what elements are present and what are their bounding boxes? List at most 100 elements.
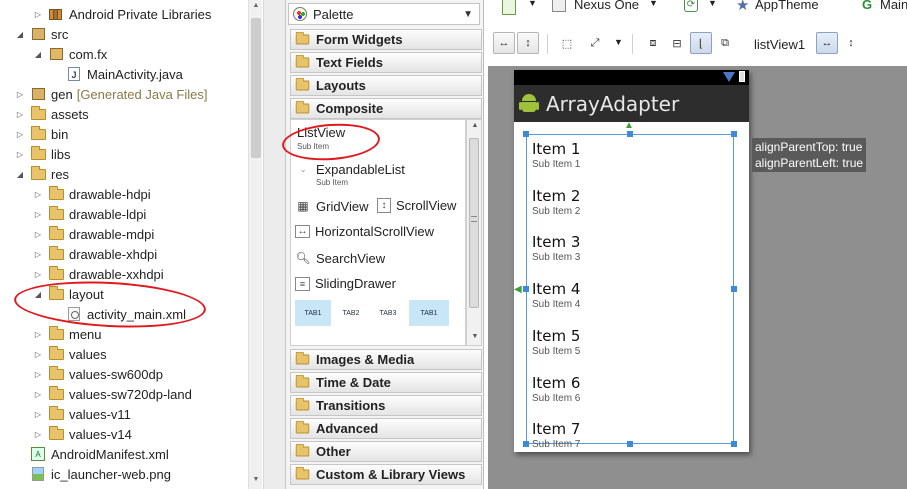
widget-tab-3[interactable]: TAB3	[370, 300, 406, 326]
tree-item[interactable]: ◢ res	[14, 164, 69, 184]
palette-category-layouts[interactable]: Layouts	[290, 75, 482, 96]
resize-handle[interactable]	[523, 286, 529, 292]
widget-horizontal-scroll[interactable]: ↔ HorizontalScrollView	[295, 224, 434, 239]
activity-selector[interactable]: Main	[880, 0, 907, 12]
tree-item[interactable]: ▷ values-v14	[32, 424, 132, 444]
widget-sliding-drawer[interactable]: ≡ SlidingDrawer	[295, 276, 396, 291]
palette-category-images-media[interactable]: Images & Media	[290, 349, 482, 370]
palette-category-custom-library[interactable]: Custom & Library Views	[290, 464, 482, 485]
collapsed-arrow-icon[interactable]: ▷	[32, 428, 44, 440]
collapsed-arrow-icon[interactable]: ▷	[32, 348, 44, 360]
list-item[interactable]: Item 3 Sub Item 3	[532, 233, 580, 263]
tree-item[interactable]: ▷ gen [Generated Java Files]	[14, 84, 208, 104]
tree-item[interactable]: ▷ Android Private Libraries	[32, 4, 211, 24]
zoom-fit-icon[interactable]: ⤢	[584, 32, 606, 54]
list-item[interactable]: Item 6 Sub Item 6	[532, 374, 580, 404]
match-width-icon[interactable]: ↔	[493, 32, 515, 54]
palette-category-form-widgets[interactable]: Form Widgets	[290, 29, 482, 50]
resize-handle[interactable]	[627, 131, 633, 137]
widget-tab-1[interactable]: TAB1	[295, 300, 331, 326]
resize-handle[interactable]	[731, 131, 737, 137]
expanded-arrow-icon[interactable]: ◢	[32, 48, 44, 60]
tree-item[interactable]: ▷ assets	[14, 104, 89, 124]
height-wrap-icon[interactable]: ↕	[840, 32, 862, 54]
palette-category-text-fields[interactable]: Text Fields	[290, 52, 482, 73]
listview-selection[interactable]: Item 1 Sub Item 1 Item 2 Sub Item 2 Item 3 Su…	[526, 134, 734, 450]
collapsed-arrow-icon[interactable]: ▷	[14, 148, 26, 160]
chevron-down-icon[interactable]: ▼	[614, 37, 623, 47]
list-item[interactable]: Item 4 Sub Item 4	[532, 280, 580, 310]
scroll-up-arrow-icon[interactable]: ▲	[251, 2, 261, 12]
resize-handle[interactable]	[731, 441, 737, 447]
composite-scrollbar[interactable]: ▲ ▼	[466, 119, 482, 346]
device-config-icon[interactable]	[502, 0, 516, 15]
collapsed-arrow-icon[interactable]: ▷	[32, 328, 44, 340]
align-left-icon[interactable]: ⧈	[642, 32, 664, 54]
widget-searchview[interactable]: 🔍︎ SearchView	[295, 250, 385, 266]
resize-handle[interactable]	[523, 131, 529, 137]
expanded-arrow-icon[interactable]: ◢	[14, 28, 26, 40]
tree-item[interactable]: ▷ values-sw720dp-land	[32, 384, 192, 404]
chevron-down-icon[interactable]: ▼	[708, 0, 717, 8]
list-item[interactable]: Item 2 Sub Item 2	[532, 187, 580, 217]
chevron-down-icon[interactable]: ▼	[463, 9, 473, 20]
widget-tab-4[interactable]: TAB1	[409, 300, 449, 326]
palette-category-composite[interactable]: Composite	[290, 98, 482, 119]
chevron-down-icon[interactable]: ▼	[649, 0, 658, 8]
list-item[interactable]: Item 1 Sub Item 1	[532, 140, 580, 170]
widget-gridview[interactable]: ▦ GridView	[295, 198, 368, 214]
tree-item[interactable]: ▷ libs	[14, 144, 71, 164]
collapsed-arrow-icon[interactable]: ▷	[32, 388, 44, 400]
chevron-down-icon[interactable]: ▼	[528, 0, 537, 8]
palette-header[interactable]: Palette ▼	[288, 3, 480, 25]
scroll-down-arrow-icon[interactable]: ▼	[470, 333, 480, 343]
align-center-icon[interactable]: ⊟	[666, 32, 688, 54]
tree-item[interactable]: ▷ values	[32, 344, 107, 364]
align-bottom-right-icon[interactable]: ⧉	[714, 32, 736, 54]
collapsed-arrow-icon[interactable]: ▷	[32, 248, 44, 260]
tree-item[interactable]: ▷ drawable-ldpi	[32, 204, 146, 224]
explorer-scrollbar[interactable]: ▲ ▼	[248, 0, 262, 489]
resize-handle[interactable]	[523, 441, 529, 447]
widget-tab-2[interactable]: TAB2	[333, 300, 369, 326]
tree-item[interactable]: ◢ com.fx	[32, 44, 107, 64]
collapsed-arrow-icon[interactable]: ▷	[32, 368, 44, 380]
sash[interactable]	[264, 0, 286, 489]
match-height-icon[interactable]: ↕	[517, 32, 539, 54]
grid-toggle-icon[interactable]: ⬚	[556, 32, 578, 54]
tree-item[interactable]: J MainActivity.java	[50, 64, 183, 84]
collapsed-arrow-icon[interactable]: ▷	[14, 108, 26, 120]
widget-expandable-list[interactable]: ⌄ ExpandableList	[295, 161, 405, 177]
collapsed-arrow-icon[interactable]: ▷	[14, 88, 26, 100]
scroll-down-arrow-icon[interactable]: ▼	[251, 476, 261, 486]
explorer-scroll-thumb[interactable]	[251, 18, 261, 158]
list-item[interactable]: Item 7 Sub Item 7	[532, 420, 580, 450]
tree-item[interactable]: ▷ menu	[32, 324, 102, 344]
collapsed-arrow-icon[interactable]: ▷	[32, 188, 44, 200]
device-selector[interactable]: Nexus One	[574, 0, 639, 12]
collapsed-arrow-icon[interactable]: ▷	[14, 128, 26, 140]
collapsed-arrow-icon[interactable]: ▷	[32, 8, 44, 20]
tree-item[interactable]: ▷ values-sw600dp	[32, 364, 163, 384]
tree-item[interactable]: A AndroidManifest.xml	[14, 444, 169, 464]
resize-handle[interactable]	[627, 441, 633, 447]
collapsed-arrow-icon[interactable]: ▷	[32, 268, 44, 280]
resize-handle[interactable]	[731, 286, 737, 292]
tree-item[interactable]: ▷ drawable-hdpi	[32, 184, 151, 204]
align-parent-top-left-icon[interactable]: ⌊	[690, 32, 712, 54]
collapsed-arrow-icon[interactable]: ▷	[32, 228, 44, 240]
rotate-icon[interactable]: ⟳	[684, 0, 698, 12]
theme-selector[interactable]: AppTheme	[755, 0, 819, 12]
palette-category-transitions[interactable]: Transitions	[290, 395, 482, 416]
palette-category-time-date[interactable]: Time & Date	[290, 372, 482, 393]
tree-item[interactable]: ic_launcher-web.png	[14, 464, 171, 484]
palette-category-advanced[interactable]: Advanced	[290, 418, 482, 439]
tree-item[interactable]: ▷ drawable-mdpi	[32, 224, 154, 244]
expanded-arrow-icon[interactable]: ◢	[14, 168, 26, 180]
width-match-parent-icon[interactable]: ↔	[816, 32, 838, 54]
composite-scroll-thumb[interactable]	[469, 138, 479, 308]
widget-scrollview[interactable]: ↕ ScrollView	[377, 198, 456, 213]
tree-item[interactable]: ▷ values-v11	[32, 404, 131, 424]
design-canvas[interactable]: ArrayAdapter Item 1 Sub Item 1 Item 2 Sub I…	[488, 66, 907, 489]
tree-item[interactable]: ▷ bin	[14, 124, 68, 144]
